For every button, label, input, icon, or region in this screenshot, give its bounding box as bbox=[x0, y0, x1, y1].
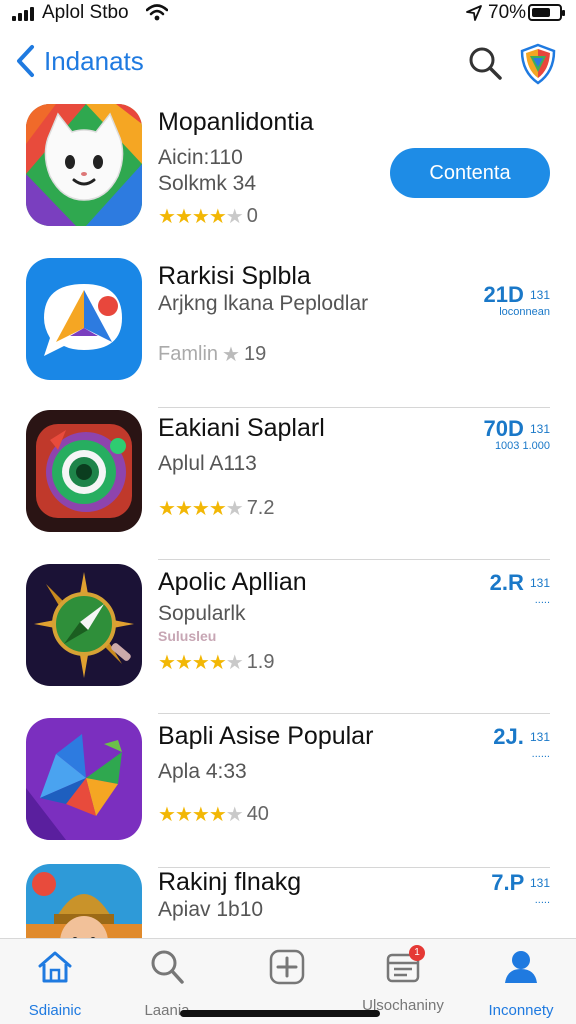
app-title: Bapli Asise Popular bbox=[158, 722, 374, 750]
list-item[interactable]: Rarkisi Splbla Arjkng lkana Peplodlar Fa… bbox=[0, 254, 576, 408]
metric-superscript: 131 bbox=[529, 576, 550, 590]
back-button[interactable]: Indanats bbox=[14, 44, 144, 78]
app-title: Rarkisi Splbla bbox=[158, 262, 311, 290]
list-item[interactable]: Bapli Asise Popular Apla 4:33 ★★★★★ 40 2… bbox=[0, 714, 576, 868]
app-title: Rakinj flnakg bbox=[158, 868, 302, 896]
tab-add[interactable] bbox=[232, 947, 342, 1002]
search-icon[interactable] bbox=[466, 44, 504, 82]
list-item[interactable]: Eakiani Saplarl Aplul A113 ★★★★★ 7.2 70D… bbox=[0, 406, 576, 560]
metric-value: 21D bbox=[483, 282, 524, 307]
shield-profile-icon[interactable] bbox=[518, 42, 558, 86]
metric-superscript: 131 bbox=[529, 730, 550, 744]
star-icon: ★ bbox=[222, 344, 240, 366]
star-rating-icon: ★★★★★ bbox=[158, 652, 244, 674]
updates-icon: 1 bbox=[383, 945, 425, 987]
app-metric: 7.P 131 ..... bbox=[491, 870, 550, 907]
metric-value: 70D bbox=[483, 416, 524, 441]
app-icon-camera-ring bbox=[26, 410, 142, 532]
signal-icon bbox=[12, 7, 36, 21]
tab-label: Sdiainic bbox=[28, 1002, 82, 1019]
rating-count: 19 bbox=[243, 343, 267, 365]
get-app-button[interactable]: Contenta bbox=[390, 148, 550, 198]
app-metric: 2J. 131 ...... bbox=[493, 724, 550, 761]
rating-label: Famlin bbox=[158, 343, 219, 365]
app-rating: ★★★★★ 1.9 bbox=[158, 650, 275, 675]
tab-search[interactable]: Laania bbox=[112, 947, 222, 1019]
app-subtitle-2: Solkmk 34 bbox=[158, 172, 257, 195]
app-icon-compass bbox=[26, 564, 142, 686]
rating-count: 40 bbox=[246, 803, 269, 825]
home-indicator bbox=[180, 1010, 380, 1017]
navigation-bar: Indanats bbox=[0, 36, 576, 92]
app-list: Mopanlidontia Aicin:110 Solkmk 34 ★★★★★ … bbox=[0, 100, 576, 938]
app-icon-chat-arrow bbox=[26, 258, 142, 380]
app-subtitle: Aicin:110 bbox=[158, 146, 243, 169]
notification-badge: 1 bbox=[409, 945, 425, 961]
app-rating: ★★★★★ 0 bbox=[158, 204, 258, 229]
app-metric: 2.R 131 ..... bbox=[489, 570, 550, 607]
app-title: Mopanlidontia bbox=[158, 108, 314, 136]
tab-account[interactable]: Inconnety bbox=[466, 947, 576, 1019]
tab-label: Inconnety bbox=[488, 1002, 554, 1019]
tab-home[interactable]: Sdiainic bbox=[0, 947, 110, 1019]
app-rating: ★★★★★ 7.2 bbox=[158, 496, 275, 521]
tab-updates[interactable]: 1 Ulsochaniny bbox=[348, 945, 458, 1014]
star-rating-icon: ★★★★★ bbox=[158, 206, 244, 228]
metric-caption: loconnean bbox=[499, 306, 550, 318]
chevron-left-icon bbox=[17, 45, 34, 77]
metric-value: 2.R bbox=[489, 570, 524, 595]
home-icon bbox=[38, 951, 72, 983]
metric-value: 7.P bbox=[491, 870, 524, 895]
list-item[interactable]: Mopanlidontia Aicin:110 Solkmk 34 ★★★★★ … bbox=[0, 100, 576, 254]
wifi-icon bbox=[146, 4, 168, 21]
rating-count: 7.2 bbox=[246, 497, 275, 519]
metric-caption: ..... bbox=[534, 594, 550, 606]
app-icon-cat bbox=[26, 104, 142, 226]
app-subtitle: Arjkng lkana Peplodlar bbox=[158, 292, 369, 315]
list-item[interactable]: Rakinj flnakg Apiav 1b10 7.P 131 ..... bbox=[0, 860, 576, 938]
app-metric: 70D 131 1003 1.000 bbox=[483, 416, 550, 453]
battery-icon bbox=[528, 4, 565, 21]
rating-count: 0 bbox=[246, 205, 258, 227]
location-arrow-icon bbox=[466, 5, 482, 21]
search-icon bbox=[151, 950, 184, 984]
app-subtitle: Sopularlk bbox=[158, 602, 246, 625]
metric-value: 2J. bbox=[493, 724, 524, 749]
add-square-icon bbox=[269, 949, 305, 985]
rating-count: 1.9 bbox=[246, 651, 275, 673]
metric-caption: 1003 1.000 bbox=[494, 440, 550, 452]
carrier-name: Aplol Stbo bbox=[42, 2, 129, 23]
app-icon-warrior bbox=[26, 864, 142, 938]
app-icon-origami bbox=[26, 718, 142, 840]
metric-caption: ..... bbox=[534, 894, 550, 906]
app-subtitle: Apla 4:33 bbox=[158, 760, 247, 783]
app-subtitle: Apiav 1b10 bbox=[158, 898, 264, 921]
back-label: Indanats bbox=[44, 45, 144, 76]
person-icon bbox=[505, 951, 537, 983]
app-title: Apolic Apllian bbox=[158, 568, 307, 596]
metric-superscript: 131 bbox=[529, 422, 550, 436]
app-metric: 21D 131 loconnean bbox=[483, 282, 550, 319]
app-title: Eakiani Saplarl bbox=[158, 414, 325, 442]
list-item[interactable]: Apolic Apllian Sopularlk Sulusleu ★★★★★ … bbox=[0, 560, 576, 714]
metric-superscript: 131 bbox=[529, 288, 550, 302]
star-rating-icon: ★★★★★ bbox=[158, 498, 244, 520]
status-bar: Aplol Stbo 70% bbox=[0, 0, 576, 28]
app-rating: ★★★★★ 40 bbox=[158, 802, 269, 827]
app-subtitle: Aplul A113 bbox=[158, 452, 257, 475]
metric-caption: ...... bbox=[531, 748, 550, 760]
metric-superscript: 131 bbox=[529, 876, 550, 890]
app-faded-label: Sulusleu bbox=[158, 628, 217, 644]
battery-percent: 70% bbox=[488, 2, 527, 23]
app-rating: Famlin ★ 19 bbox=[158, 342, 266, 367]
star-rating-icon: ★★★★★ bbox=[158, 804, 244, 826]
